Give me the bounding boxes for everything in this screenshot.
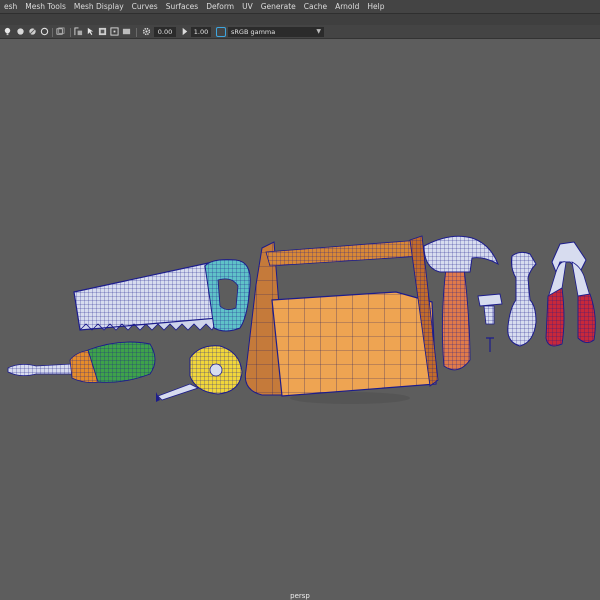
gamma-icon[interactable] (180, 27, 189, 36)
chevron-down-icon: ▼ (316, 28, 321, 35)
shelf-separator (0, 13, 600, 25)
tape-measure[interactable] (156, 345, 243, 402)
menu-mesh[interactable]: esh (0, 0, 21, 13)
toolbox[interactable] (244, 235, 439, 404)
xray-icon[interactable] (98, 27, 107, 36)
gear-icon[interactable] (142, 27, 151, 36)
menu-generate[interactable]: Generate (257, 0, 300, 13)
select-mask-icon[interactable] (86, 27, 95, 36)
exposure-field[interactable]: 0.00 (154, 27, 176, 37)
menu-bar: esh Mesh Tools Mesh Display Curves Surfa… (0, 0, 600, 13)
menu-help[interactable]: Help (363, 0, 388, 13)
toolbar-divider (136, 28, 137, 37)
bolt[interactable] (477, 293, 503, 352)
toolbar-divider (52, 28, 53, 37)
menu-surfaces[interactable]: Surfaces (162, 0, 202, 13)
camera-label: persp (290, 592, 310, 600)
gamma-field[interactable]: 1.00 (191, 27, 211, 37)
menu-deform[interactable]: Deform (202, 0, 238, 13)
lasso-icon[interactable] (40, 27, 49, 36)
menu-uv[interactable]: UV (238, 0, 257, 13)
wireframe-icon[interactable] (56, 27, 65, 36)
menu-mesh-tools[interactable]: Mesh Tools (21, 0, 70, 13)
color-space-value: sRGB gamma (231, 28, 276, 36)
color-space-dropdown[interactable]: sRGB gamma ▼ (228, 27, 324, 37)
perspective-viewport[interactable] (0, 39, 600, 600)
menu-arnold[interactable]: Arnold (331, 0, 363, 13)
pliers[interactable] (545, 241, 596, 347)
wrench[interactable] (507, 251, 537, 347)
paint-icon[interactable] (16, 27, 25, 36)
display-icon[interactable] (122, 27, 131, 36)
isolate-icon[interactable] (110, 27, 119, 36)
menu-cache[interactable]: Cache (300, 0, 331, 13)
light-icon[interactable] (3, 27, 12, 36)
color-management-icon[interactable] (216, 27, 226, 37)
screwdriver[interactable] (7, 341, 156, 383)
menu-curves[interactable]: Curves (128, 0, 162, 13)
handsaw[interactable] (73, 259, 251, 332)
toolbar-divider (70, 28, 71, 37)
menu-mesh-display[interactable]: Mesh Display (70, 0, 128, 13)
snap-icon[interactable] (74, 27, 83, 36)
paint-select-icon[interactable] (28, 27, 37, 36)
